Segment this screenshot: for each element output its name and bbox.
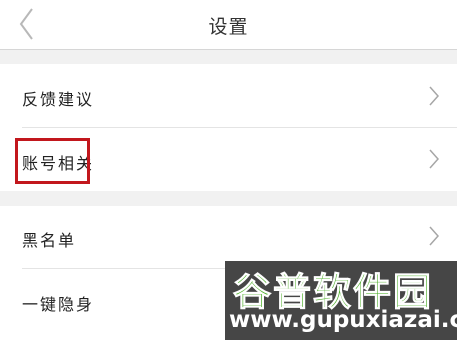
settings-row-blacklist[interactable]: 黑名单 [0, 206, 457, 268]
page-title: 设置 [208, 16, 249, 38]
nav-bar: 设置 [0, 0, 457, 50]
settings-row-label: 黑名单 [22, 231, 77, 250]
watermark-url: www.gupuxiazai.com [229, 307, 457, 333]
highlight-box [15, 138, 90, 184]
settings-row-label: 反馈建议 [22, 90, 95, 109]
chevron-right-icon [427, 225, 441, 247]
settings-row-feedback[interactable]: 反馈建议 [0, 64, 457, 127]
chevron-right-icon [427, 85, 441, 107]
settings-row-label: 一键隐身 [22, 295, 95, 314]
chevron-right-icon [427, 148, 441, 170]
watermark: 谷普软件园 www.gupuxiazai.com [225, 261, 457, 340]
